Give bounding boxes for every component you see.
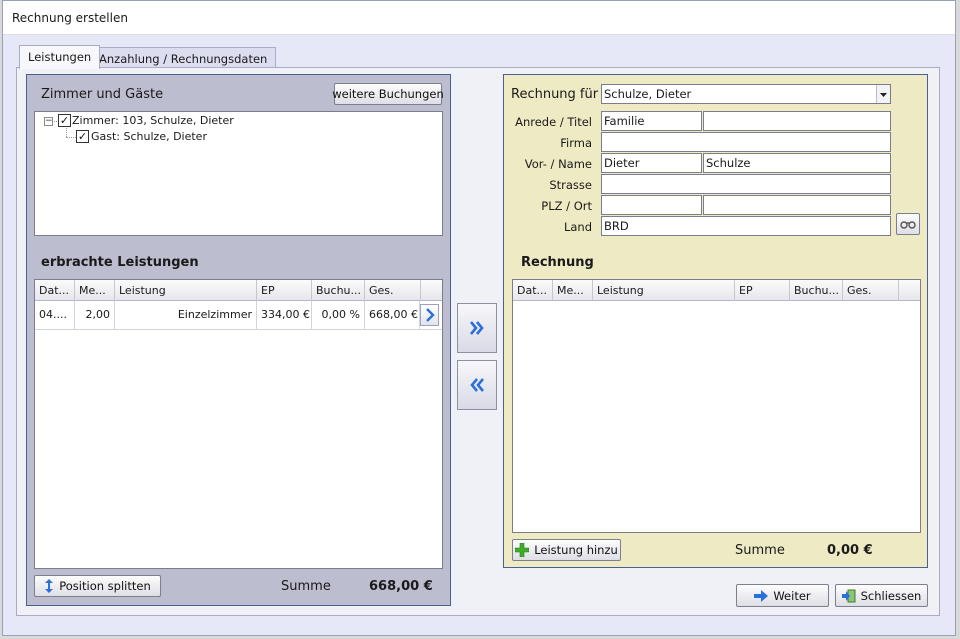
move-all-left-button[interactable] [457, 360, 497, 410]
street-label: Strasse [549, 178, 592, 192]
double-chevron-left-icon [470, 378, 484, 392]
split-label: Position splitten [59, 579, 151, 593]
add-service-label: Leistung hinzu [534, 543, 618, 557]
invoice-heading: Rechnung [521, 255, 594, 270]
collapse-toggle[interactable]: − [44, 117, 53, 126]
services-panel: Zimmer und Gäste weitere Buchungen − ✓ Z… [26, 74, 451, 606]
company-field[interactable] [601, 132, 891, 152]
last-name-field[interactable]: Schulze [703, 153, 891, 173]
country-field[interactable]: BRD [601, 216, 891, 236]
invoice-for-value: Schulze, Dieter [604, 87, 692, 101]
title-bar: Rechnung erstellen [3, 1, 955, 35]
col-date-header[interactable]: Dat... [35, 280, 75, 301]
guest-tree-item[interactable]: Gast: Schulze, Dieter [91, 130, 207, 143]
col-qty-header[interactable]: Me... [75, 280, 115, 301]
cell-qty: 2,00 [75, 301, 115, 330]
sum-value: 0,00 € [827, 543, 873, 558]
tab-anzahlung[interactable]: Anzahlung / Rechnungsdaten [90, 47, 277, 69]
chevron-down-icon [880, 92, 887, 97]
tree-connector [66, 137, 76, 138]
cell-service: Einzelzimmer [115, 301, 257, 330]
col-booking-header[interactable]: Buchu... [312, 280, 365, 301]
col-date-header[interactable]: Dat... [513, 280, 553, 301]
name-label: Vor- / Name [524, 157, 592, 171]
rooms-tree: − ✓ Zimmer: 103, Schulze, Dieter ✓ Gast:… [34, 111, 443, 236]
col-service-header[interactable]: Leistung [115, 280, 257, 301]
col-total-header[interactable]: Ges. [843, 280, 899, 301]
sum-value: 668,00 € [369, 579, 433, 594]
room-tree-item[interactable]: Zimmer: 103, Schulze, Dieter [72, 114, 234, 127]
arrow-right-icon [754, 589, 769, 602]
split-position-button[interactable]: Position splitten [34, 575, 161, 597]
split-arrows-icon [45, 579, 54, 593]
double-chevron-right-icon [470, 321, 484, 335]
col-booking-header[interactable]: Buchu... [790, 280, 843, 301]
first-name-field[interactable]: Dieter [601, 153, 702, 173]
rooms-heading: Zimmer und Gäste [41, 87, 164, 102]
invoice-grid: Dat... Me... Leistung EP Buchu... Ges. [512, 279, 921, 533]
add-service-button[interactable]: Leistung hinzu [512, 539, 621, 561]
next-button[interactable]: Weiter [736, 584, 829, 607]
table-row[interactable]: 04.... 2,00 Einzelzimmer 334,00 € 0,00 %… [35, 301, 442, 330]
col-ep-header[interactable]: EP [735, 280, 790, 301]
col-ep-header[interactable]: EP [257, 280, 312, 301]
company-label: Firma [560, 136, 592, 150]
next-label: Weiter [773, 588, 811, 603]
cell-total: 668,00 € [365, 301, 420, 330]
tab-leistungen[interactable]: Leistungen [19, 45, 101, 69]
cell-ep: 334,00 € [257, 301, 312, 330]
invoice-for-label: Rechnung für [511, 87, 599, 102]
room-checkbox[interactable]: ✓ [58, 114, 71, 127]
invoice-for-select[interactable]: Schulze, Dieter [601, 84, 891, 104]
window-title: Rechnung erstellen [12, 11, 128, 25]
city-field[interactable] [703, 195, 891, 215]
grid-header: Dat... Me... Leistung EP Buchu... Ges. [513, 280, 920, 301]
street-field[interactable] [601, 174, 891, 194]
invoice-panel: Rechnung für Schulze, Dieter Anrede / Ti… [503, 74, 928, 568]
lookup-button[interactable] [896, 213, 920, 235]
title-field[interactable] [703, 111, 891, 131]
sum-label: Summe [281, 579, 331, 594]
col-qty-header[interactable]: Me... [553, 280, 593, 301]
binoculars-icon [900, 221, 916, 229]
sum-label: Summe [735, 543, 785, 558]
services-heading: erbrachte Leistungen [41, 255, 199, 270]
more-bookings-button[interactable]: weitere Buchungen [332, 83, 444, 105]
cell-booking: 0,00 % [312, 301, 365, 330]
move-row-button[interactable] [420, 304, 439, 326]
close-label: Schliessen [860, 588, 922, 603]
zip-field[interactable] [601, 195, 702, 215]
grid-header: Dat... Me... Leistung EP Buchu... Ges. [35, 280, 442, 301]
plus-icon [515, 543, 530, 557]
zip-city-label: PLZ / Ort [541, 199, 592, 213]
salutation-label: Anrede / Titel [515, 115, 592, 129]
col-service-header[interactable]: Leistung [593, 280, 735, 301]
tree-connector [66, 128, 67, 137]
tab-label: Anzahlung / Rechnungsdaten [99, 52, 268, 66]
col-total-header[interactable]: Ges. [365, 280, 421, 301]
services-grid: Dat... Me... Leistung EP Buchu... Ges. 0… [34, 279, 443, 569]
salutation-field[interactable]: Familie [601, 111, 702, 131]
cell-date: 04.... [35, 301, 75, 330]
exit-door-icon [841, 589, 856, 602]
chevron-right-icon [425, 308, 435, 322]
country-label: Land [563, 220, 592, 234]
guest-checkbox[interactable]: ✓ [76, 130, 89, 143]
tab-label: Leistungen [28, 50, 92, 64]
dropdown-arrow[interactable] [876, 85, 890, 103]
move-all-right-button[interactable] [457, 303, 497, 353]
close-button[interactable]: Schliessen [835, 584, 928, 607]
